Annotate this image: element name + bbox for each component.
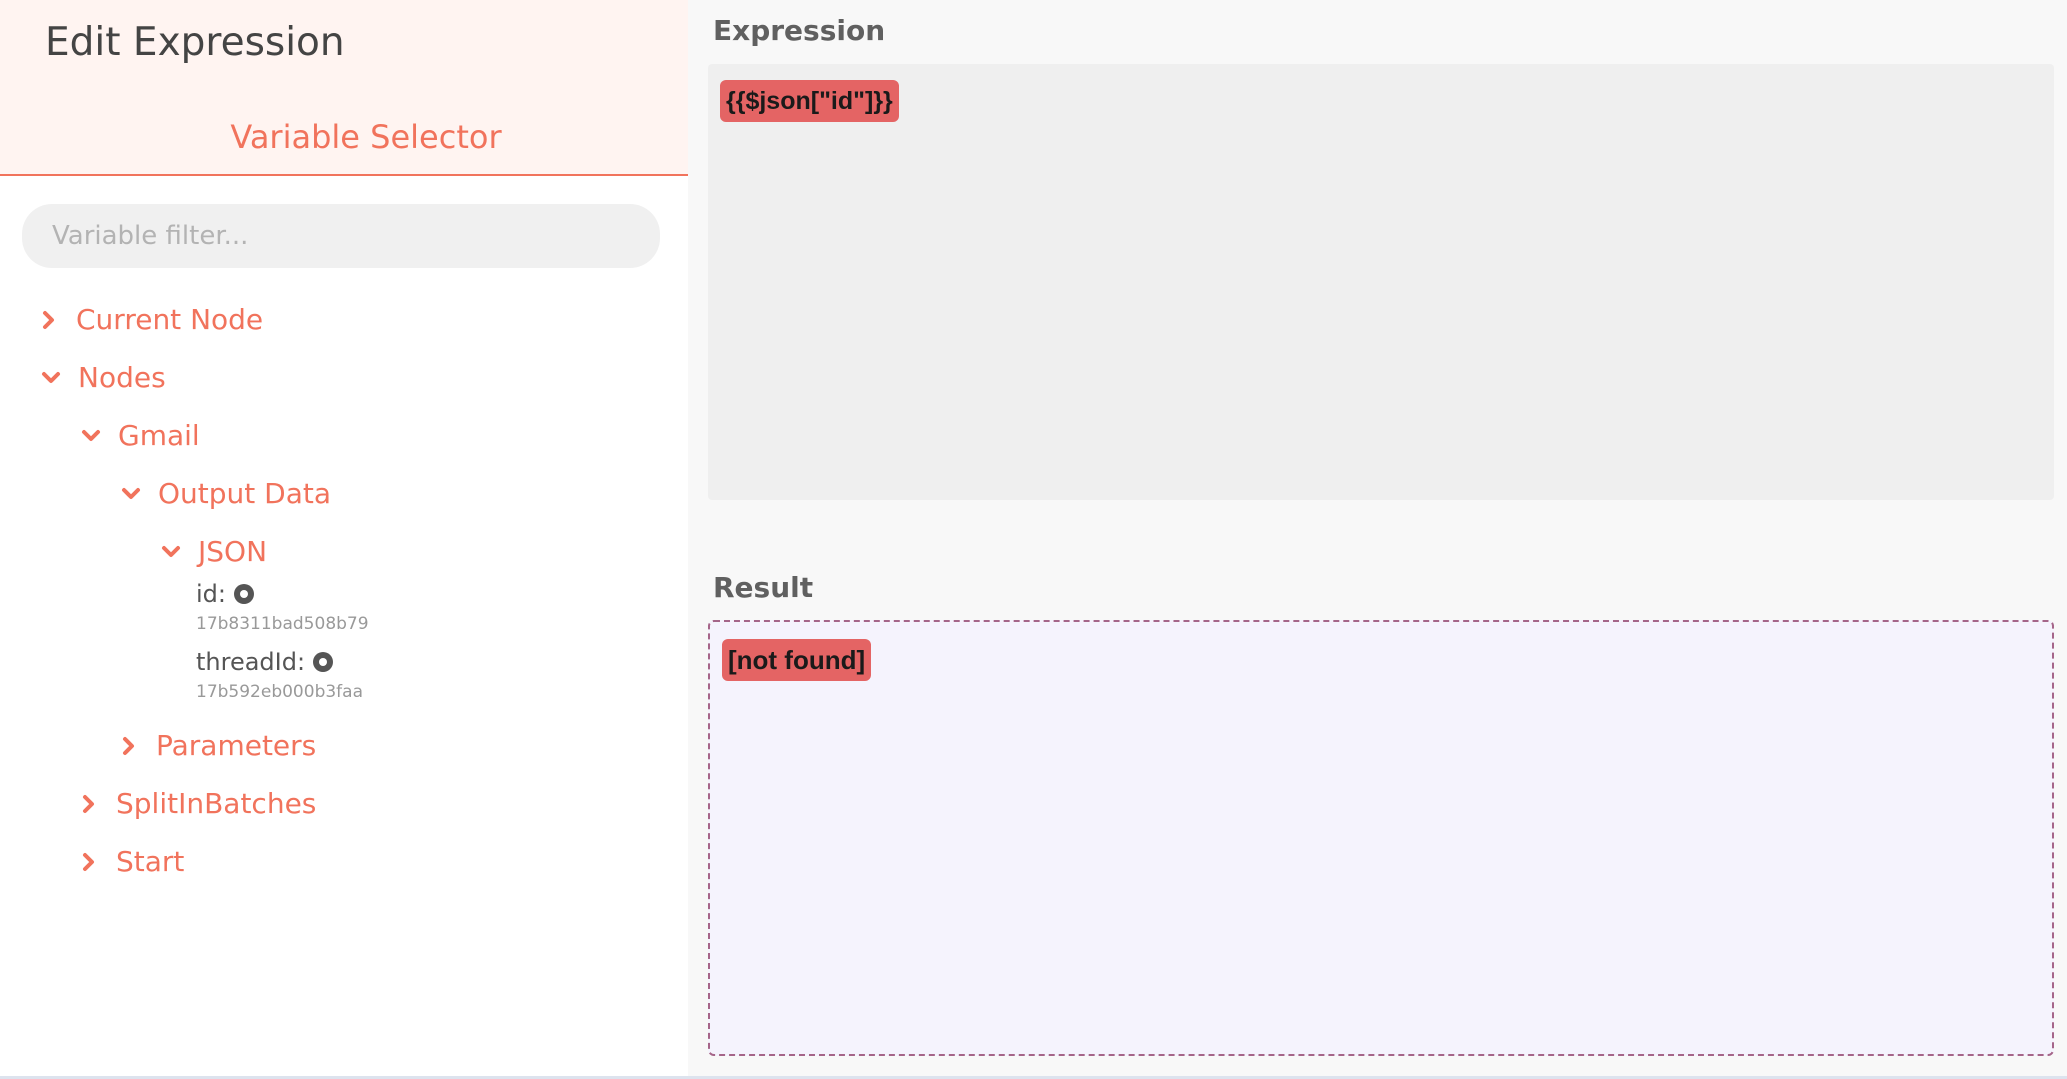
tree-item-nodes[interactable]: Nodes [40, 361, 166, 394]
tree-label-splitinbatches: SplitInBatches [116, 787, 317, 820]
edit-expression-dialog: Edit Expression Variable Selector Curren… [0, 0, 2067, 1079]
result-value: [not found] [722, 639, 872, 681]
expression-label: Expression [713, 14, 886, 47]
tree-label-gmail: Gmail [118, 419, 200, 452]
tree-label-json: JSON [198, 535, 268, 568]
property-name[interactable]: threadId: [196, 648, 334, 676]
chevron-down-icon [160, 541, 182, 563]
tree-item-json[interactable]: JSON [160, 535, 267, 568]
chevron-right-icon [78, 793, 100, 815]
tree-item-output-data[interactable]: Output Data [120, 477, 331, 510]
dialog-title: Edit Expression [45, 20, 345, 65]
result-output: [not found] [708, 620, 2054, 1056]
property-name[interactable]: id: [196, 580, 254, 608]
property-value: 17b8311bad508b79 [196, 614, 369, 634]
chevron-right-icon [118, 735, 140, 757]
tree-label-nodes: Nodes [78, 361, 166, 394]
left-header: Edit Expression Variable Selector [0, 0, 688, 176]
tree-label-current-node: Current Node [76, 303, 264, 336]
tree-item-parameters[interactable]: Parameters [118, 729, 316, 762]
tree-item-splitinbatches[interactable]: SplitInBatches [78, 787, 316, 820]
chevron-down-icon [80, 425, 102, 447]
expression-panel: Expression {{$json["id"]}} Result [not f… [688, 0, 2067, 1079]
chevron-down-icon [120, 483, 142, 505]
expression-editor[interactable]: {{$json["id"]}} [708, 64, 2054, 500]
property-key: id: [196, 580, 226, 608]
radio-dot-icon [313, 652, 334, 672]
chevron-right-icon [38, 309, 60, 331]
variable-selector-panel: Edit Expression Variable Selector Curren… [0, 0, 688, 1079]
tree-label-parameters: Parameters [156, 729, 317, 762]
variable-filter-input[interactable] [22, 204, 660, 268]
radio-dot-icon [234, 584, 254, 604]
variable-selector-title: Variable Selector [230, 118, 502, 156]
expression-token[interactable]: {{$json["id"]}} [720, 80, 899, 122]
tree-label-output-data: Output Data [158, 477, 332, 510]
json-property-threadid[interactable]: threadId: 17b592eb000b3faa [196, 648, 363, 702]
tree-item-start[interactable]: Start [78, 845, 184, 878]
json-property-id[interactable]: id: 17b8311bad508b79 [196, 580, 369, 634]
property-key: threadId: [196, 648, 306, 676]
property-value: 17b592eb000b3faa [196, 682, 363, 702]
tree-item-gmail[interactable]: Gmail [80, 419, 200, 452]
tree-item-current-node[interactable]: Current Node [38, 303, 263, 336]
chevron-right-icon [78, 851, 100, 873]
chevron-down-icon [40, 367, 62, 389]
result-label: Result [713, 571, 814, 604]
tree-label-start: Start [116, 845, 185, 878]
